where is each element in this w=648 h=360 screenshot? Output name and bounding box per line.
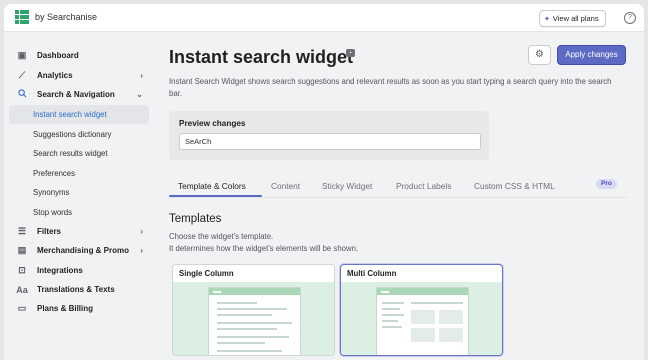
template-card-title: Multi Column: [347, 269, 397, 278]
pro-badge: Pro: [596, 179, 617, 189]
sidebar-subitem-search-results-widget[interactable]: Search results widget: [9, 144, 149, 163]
sidebar-item-merchandising-promo[interactable]: ▤ Merchandising & Promo ›: [9, 241, 149, 260]
single-column-mockup: [208, 287, 301, 355]
info-badge-icon: ▪: [346, 49, 355, 57]
sidebar-item-label: Search & Navigation: [37, 90, 115, 99]
gear-icon: ⚙: [535, 49, 544, 60]
sidebar-item-label: Merchandising & Promo: [37, 246, 130, 255]
tab-sticky-widget[interactable]: Sticky Widget: [322, 181, 372, 191]
search-icon: [15, 89, 29, 100]
merchandising-icon: ▤: [17, 245, 27, 255]
sidebar-item-label: Integrations: [37, 266, 83, 275]
template-card-multi-column[interactable]: Multi Column: [340, 264, 503, 356]
integrations-icon: ⊡: [18, 265, 26, 275]
dashboard-icon: ▣: [17, 50, 27, 60]
translations-icon: Aa: [16, 284, 28, 295]
chevron-right-icon: ›: [140, 71, 143, 80]
sparkle-icon: ✦: [544, 15, 550, 23]
view-all-plans-button[interactable]: ✦ View all plans: [539, 10, 606, 27]
template-card-single-column[interactable]: Single Column: [172, 264, 335, 356]
sidebar-item-label: Translations & Texts: [37, 285, 115, 294]
sidebar-item-label: Plans & Billing: [37, 304, 94, 313]
sidebar-item-filters[interactable]: ☰ Filters ›: [9, 222, 149, 241]
analytics-icon: ⟋: [18, 70, 26, 80]
sidebar-item-label: Analytics: [37, 71, 73, 80]
top-bar: by Searchanise ✦ View all plans ?: [4, 4, 644, 32]
sidebar-item-label: Dashboard: [37, 51, 79, 60]
sidebar-item-integrations[interactable]: ⊡ Integrations: [9, 261, 149, 280]
sidebar-item-analytics[interactable]: ⟋ Analytics ›: [9, 66, 149, 85]
searchanise-logo-icon: [15, 10, 29, 24]
sidebar-item-translations-texts[interactable]: Aa Translations & Texts: [9, 280, 149, 299]
sidebar-subitem-instant-search-widget[interactable]: Instant search widget: [9, 105, 149, 124]
templates-description-line: Choose the widget's template.: [169, 232, 274, 241]
sidebar-item-dashboard[interactable]: ▣ Dashboard: [9, 46, 149, 65]
template-preview-image: [173, 282, 334, 355]
sidebar-item-plans-billing[interactable]: ▭ Plans & Billing: [9, 299, 149, 318]
tab-custom-css-html[interactable]: Custom CSS & HTML: [474, 181, 555, 191]
tab-product-labels[interactable]: Product Labels: [396, 181, 451, 191]
question-circle-icon[interactable]: ?: [624, 12, 636, 24]
preview-title: Preview changes: [179, 119, 246, 128]
sidebar-subitem-preferences[interactable]: Preferences: [9, 164, 149, 183]
templates-description: Choose the widget's template. It determi…: [169, 231, 358, 255]
chevron-right-icon: ›: [140, 227, 143, 236]
sidebar-item-label: Filters: [37, 227, 62, 236]
template-preview-image: [341, 282, 502, 355]
sidebar-subitem-stop-words[interactable]: Stop words: [9, 203, 149, 222]
app-window: by Searchanise ✦ View all plans ? ▣ Dash…: [4, 4, 644, 360]
apply-changes-button[interactable]: Apply changes: [557, 45, 626, 65]
templates-description-line: It determines how the widget's elements …: [169, 244, 359, 253]
tab-template-colors[interactable]: Template & Colors: [178, 181, 246, 191]
page-title: Instant search widget: [169, 47, 354, 67]
chevron-right-icon: ›: [140, 246, 143, 255]
tab-content[interactable]: Content: [271, 181, 300, 191]
sidebar: ▣ Dashboard ⟋ Analytics › Search & Navig…: [4, 33, 150, 360]
preview-search-input[interactable]: [179, 133, 481, 150]
sidebar-subitem-suggestions-dictionary[interactable]: Suggestions dictionary: [9, 125, 149, 144]
preview-card: Preview changes: [169, 111, 489, 160]
multi-column-mockup: [376, 287, 469, 355]
view-all-plans-label: View all plans: [552, 14, 599, 23]
sidebar-item-search-navigation[interactable]: Search & Navigation ⌄: [9, 85, 149, 104]
chevron-down-icon: ⌄: [136, 90, 143, 99]
templates-title: Templates: [169, 213, 222, 225]
active-tab-indicator: [169, 195, 262, 197]
tab-bar: Template & Colors Content Sticky Widget …: [169, 174, 627, 198]
billing-icon: ▭: [17, 303, 27, 313]
filters-icon: ☰: [17, 226, 27, 236]
page-description: Instant Search Widget shows search sugge…: [169, 77, 612, 98]
template-card-title: Single Column: [179, 269, 234, 278]
sidebar-subitem-synonyms[interactable]: Synonyms: [9, 183, 149, 202]
settings-button[interactable]: ⚙: [528, 45, 551, 65]
brand-name: by Searchanise: [35, 12, 98, 22]
